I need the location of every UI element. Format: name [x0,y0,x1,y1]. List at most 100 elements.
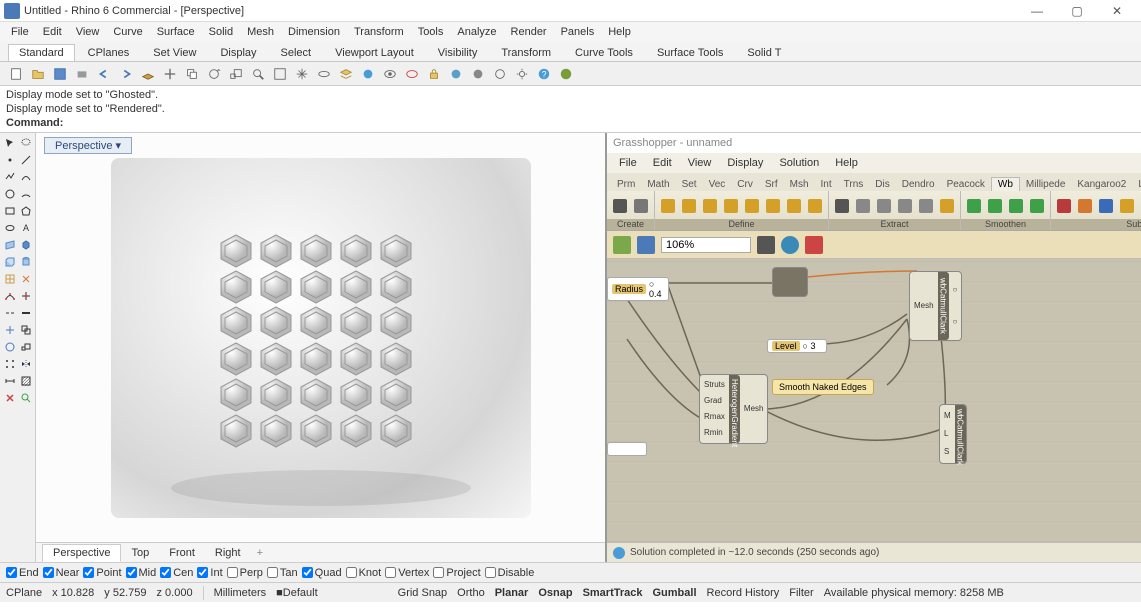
gh-tab-trns[interactable]: Trns [838,178,870,191]
menu-help[interactable]: Help [601,24,638,40]
points-on-icon[interactable] [2,288,17,304]
gh-tab-dendro[interactable]: Dendro [896,178,941,191]
osnap-cen[interactable]: Cen [160,567,193,579]
wireframe-icon[interactable] [490,64,510,84]
arc-icon[interactable] [18,186,33,202]
osnap-vertex[interactable]: Vertex [385,567,429,579]
status-filter[interactable]: Filter [789,587,813,599]
status-units[interactable]: Millimeters [214,587,267,599]
gh-component-icon[interactable] [985,196,1005,216]
status-osnap[interactable]: Osnap [538,587,572,599]
viewport-label[interactable]: Perspective ▾ [44,137,132,154]
show-icon[interactable] [402,64,422,84]
gh-tab-srf[interactable]: Srf [759,178,784,191]
mirror-icon[interactable] [18,356,33,372]
gh-component-icon[interactable] [916,196,936,216]
analyze-icon[interactable] [18,390,33,406]
menu-solid[interactable]: Solid [202,24,240,40]
rotate-tool-icon[interactable] [2,339,17,355]
new-icon[interactable] [6,64,26,84]
scale-icon[interactable] [226,64,246,84]
gh-menu-solution[interactable]: Solution [771,155,827,171]
tab-cplanes[interactable]: CPlanes [77,44,141,61]
array-icon[interactable] [2,356,17,372]
ellipse-icon[interactable] [2,220,17,236]
hide-icon[interactable] [380,64,400,84]
move-tool-icon[interactable] [2,322,17,338]
curve-icon[interactable] [18,169,33,185]
solid-icon[interactable] [18,237,33,253]
gh-component-icon[interactable] [853,196,873,216]
undo-icon[interactable] [94,64,114,84]
gh-component-icon[interactable] [895,196,915,216]
gh-component-icon[interactable] [1054,196,1074,216]
status-smarttrack[interactable]: SmartTrack [583,587,643,599]
line-icon[interactable] [18,152,33,168]
gh-small-node[interactable] [607,442,647,456]
osnap-tan[interactable]: Tan [267,567,298,579]
gh-component-icon[interactable] [679,196,699,216]
gh-menu-edit[interactable]: Edit [645,155,680,171]
move-icon[interactable] [160,64,180,84]
gh-save-icon[interactable] [637,236,655,254]
status-planar[interactable]: Planar [495,587,529,599]
gh-component-icon[interactable] [832,196,852,216]
gh-tab-msh[interactable]: Msh [784,178,815,191]
osnap-near[interactable]: Near [43,567,80,579]
hatch-icon[interactable] [18,373,33,389]
gh-tab-wb[interactable]: Wb [991,177,1020,191]
gh-tab-int[interactable]: Int [815,178,838,191]
dimension-icon[interactable] [2,373,17,389]
gh-tab-dis[interactable]: Dis [869,178,895,191]
polyline-icon[interactable] [2,169,17,185]
gh-component-icon[interactable] [1006,196,1026,216]
gh-component-icon[interactable] [658,196,678,216]
maximize-button[interactable]: ▢ [1057,1,1097,21]
help-icon[interactable]: ? [534,64,554,84]
tab-visibility[interactable]: Visibility [427,44,489,61]
gh-component-icon[interactable] [1027,196,1047,216]
tab-surface-tools[interactable]: Surface Tools [646,44,734,61]
gh-component-icon[interactable] [1096,196,1116,216]
explode-icon[interactable] [18,271,33,287]
zoom-icon[interactable] [248,64,268,84]
gh-component-icon[interactable] [1075,196,1095,216]
menu-view[interactable]: View [69,24,107,40]
vp-tab-add[interactable]: + [251,545,269,561]
gh-component-icon[interactable] [742,196,762,216]
gh-open-icon[interactable] [613,236,631,254]
vp-tab-front[interactable]: Front [159,545,205,561]
osnap-mid[interactable]: Mid [126,567,157,579]
gh-menu-view[interactable]: View [680,155,720,171]
circle-icon[interactable] [2,186,17,202]
print-icon[interactable] [72,64,92,84]
gh-tab-vec[interactable]: Vec [703,178,732,191]
trim-icon[interactable] [18,288,33,304]
menu-mesh[interactable]: Mesh [240,24,281,40]
lock-icon[interactable] [424,64,444,84]
gh-component-icon[interactable] [964,196,984,216]
gh-menu-file[interactable]: File [611,155,645,171]
mesh-icon[interactable] [2,271,17,287]
tab-viewport-layout[interactable]: Viewport Layout [324,44,425,61]
gh-tab-crv[interactable]: Crv [731,178,759,191]
gh-zoom-extents-icon[interactable] [757,236,775,254]
gh-menu-help[interactable]: Help [827,155,866,171]
gh-component-icon[interactable] [1117,196,1137,216]
gh-slider-radius[interactable]: Radius○ 0.4 [607,277,669,301]
gh-component-icon[interactable] [874,196,894,216]
shade-icon[interactable] [468,64,488,84]
menu-panels[interactable]: Panels [554,24,602,40]
gh-node-catmullclark-1[interactable]: Mesh wbCatmullClark ○○ [909,271,962,341]
menu-dimension[interactable]: Dimension [281,24,347,40]
gh-sketch-icon[interactable] [805,236,823,254]
tab-setview[interactable]: Set View [142,44,207,61]
osnap-perp[interactable]: Perp [227,567,263,579]
text-icon[interactable]: A [18,220,33,236]
cplane-icon[interactable] [138,64,158,84]
close-button[interactable]: ✕ [1097,1,1137,21]
open-icon[interactable] [28,64,48,84]
tab-select[interactable]: Select [270,44,323,61]
tab-curve-tools[interactable]: Curve Tools [564,44,644,61]
copy-icon[interactable] [182,64,202,84]
